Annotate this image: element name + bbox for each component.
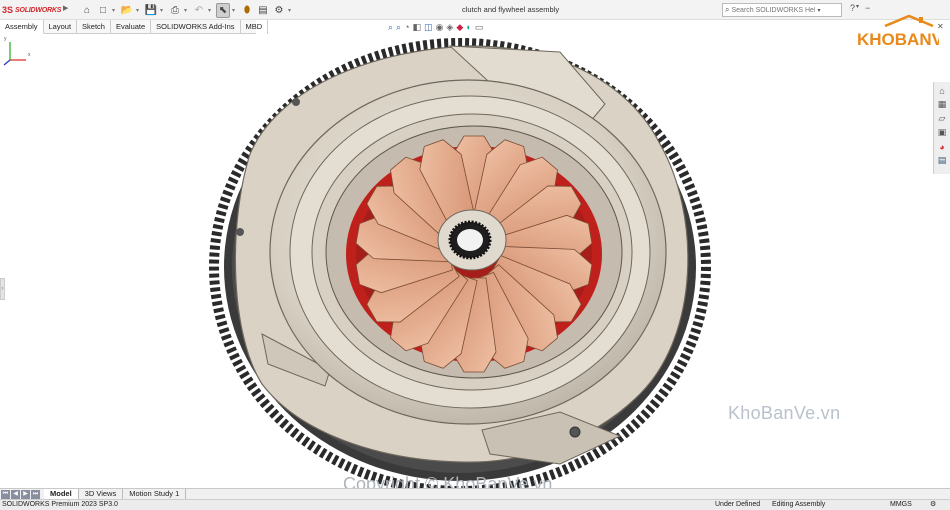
previous-view-icon[interactable]: ◔ (404, 22, 409, 32)
tab-sketch[interactable]: Sketch (77, 20, 111, 34)
undo-icon[interactable]: ↶ (192, 3, 206, 18)
section-view-icon[interactable]: ◧ (413, 22, 422, 33)
appearances-icon[interactable]: ◕ (936, 140, 949, 153)
first-tab-icon[interactable]: ⏮ (1, 489, 10, 499)
rebuild-icon[interactable]: ⬮ (240, 3, 254, 18)
title-icons: ? ▾ − (850, 3, 870, 13)
solidworks-window: 3S SOLIDWORKS ▶ ⌂ □ ▾ 📂 ▾ 💾 ▾ ⎙ ▾ ↶ ▾ ⬉ … (0, 0, 950, 510)
triad-x-label: x (28, 52, 31, 58)
tab-model[interactable]: Model (44, 489, 79, 499)
help-search-box[interactable]: ⌕ ▾ (722, 3, 842, 17)
definition-status: Under Defined (715, 501, 761, 508)
new-document-icon[interactable]: □ (96, 3, 110, 18)
view-settings-icon[interactable]: ▭ (475, 22, 484, 33)
help-dropdown-icon[interactable]: ▾ (856, 3, 859, 13)
save-icon[interactable]: 💾 (144, 3, 158, 18)
hide-show-items-icon[interactable]: ◈ (446, 22, 453, 33)
view-orientation-icon[interactable]: ◫ (424, 22, 433, 33)
reference-triad: x y (3, 36, 31, 66)
feature-manager-toggle-icon[interactable]: › (0, 278, 5, 300)
solidworks-resources-icon[interactable]: ⌂ (936, 84, 949, 97)
search-input[interactable] (731, 6, 816, 14)
zoom-to-area-icon[interactable]: ⌕ (396, 22, 401, 33)
task-pane: ⌂ ▦ ▱ ▣ ◕ ▤ (933, 82, 950, 174)
home-icon[interactable]: ⌂ (80, 3, 94, 18)
open-folder-icon[interactable]: 📂 (120, 3, 134, 18)
triad-y-label: y (4, 36, 7, 42)
search-dropdown-icon[interactable]: ▾ (817, 7, 820, 14)
open-dropdown-icon[interactable]: ▾ (136, 7, 142, 14)
select-pointer-icon[interactable]: ⬉ (216, 2, 230, 18)
options-dropdown-icon[interactable]: ▾ (288, 7, 294, 14)
print-icon[interactable]: ⎙ (168, 3, 182, 18)
ds-logo-mark: 3S (2, 5, 14, 15)
splined-hub (437, 209, 507, 271)
help-question-icon[interactable]: ? (850, 3, 855, 13)
solidworks-wordmark: SOLIDWORKS (15, 6, 62, 14)
last-tab-icon[interactable]: ⏭ (31, 489, 40, 499)
save-dropdown-icon[interactable]: ▾ (160, 7, 166, 14)
new-dropdown-icon[interactable]: ▾ (112, 7, 118, 14)
tab-mbd[interactable]: MBD (241, 20, 269, 34)
status-options-icon[interactable]: ⚙ (930, 500, 936, 510)
custom-properties-icon[interactable]: ▤ (936, 154, 949, 167)
tab-evaluate[interactable]: Evaluate (111, 20, 152, 34)
prev-tab-icon[interactable]: ◀ (11, 489, 20, 499)
zoom-to-fit-icon[interactable]: ⌕ (388, 22, 393, 33)
site-watermark: KhoBanVe.vn (728, 403, 841, 423)
options-gear-icon[interactable]: ⚙ (272, 3, 286, 18)
heads-up-view-toolbar: ⌕ ⌕ ◔ ◧ ◫ ◉ ◈ ◆ ◐ ▭ (388, 20, 483, 34)
minimize-icon[interactable]: − (865, 3, 870, 13)
unit-system-selector[interactable]: MMGS (890, 500, 912, 510)
status-bar: SOLIDWORKS Premium 2023 SP3.0 Under Defi… (0, 499, 950, 510)
next-tab-icon[interactable]: ▶ (21, 489, 30, 499)
view-palette-icon[interactable]: ▣ (936, 126, 949, 139)
design-library-icon[interactable]: ▦ (936, 98, 949, 111)
command-manager-tabs: Assembly Layout Sketch Evaluate SOLIDWOR… (0, 20, 269, 34)
edit-appearance-icon[interactable]: ◆ (456, 22, 463, 33)
file-properties-icon[interactable]: ▤ (256, 3, 270, 18)
print-dropdown-icon[interactable]: ▾ (184, 7, 190, 14)
display-style-icon[interactable]: ◉ (436, 22, 444, 33)
tab-3d-views[interactable]: 3D Views (79, 489, 124, 499)
file-explorer-icon[interactable]: ▱ (936, 112, 949, 125)
khobanve-logo: KHOBANVE (857, 14, 939, 49)
tab-assembly[interactable]: Assembly (0, 20, 44, 34)
editing-status: Editing Assembly (772, 501, 826, 508)
undo-dropdown-icon[interactable]: ▾ (208, 7, 214, 14)
product-version: SOLIDWORKS Premium 2023 SP3.0 (2, 501, 118, 508)
solidworks-logo[interactable]: 3S SOLIDWORKS (2, 3, 61, 17)
tab-layout[interactable]: Layout (44, 20, 78, 34)
khobanve-logo-text: KHOBANVE (857, 30, 939, 49)
search-icon: ⌕ (725, 5, 730, 14)
menu-expand-icon[interactable]: ▶ (63, 4, 68, 12)
document-title: clutch and flywheel assembly (462, 5, 560, 14)
tab-motion-study-1[interactable]: Motion Study 1 (123, 489, 187, 499)
tab-solidworks-add-ins[interactable]: SOLIDWORKS Add-Ins (151, 20, 241, 34)
apply-scene-icon[interactable]: ◐ (466, 22, 471, 32)
select-dropdown-icon[interactable]: ▾ (232, 7, 238, 14)
quick-access-toolbar: ⌂ □ ▾ 📂 ▾ 💾 ▾ ⎙ ▾ ↶ ▾ ⬉ ▾ ⬮ ▤ ⚙ ▾ (80, 2, 294, 18)
title-bar: 3S SOLIDWORKS ▶ ⌂ □ ▾ 📂 ▾ 💾 ▾ ⎙ ▾ ↶ ▾ ⬉ … (0, 0, 950, 20)
model-tabs-bar: ⏮ ◀ ▶ ⏭ Model 3D Views Motion Study 1 (0, 488, 950, 499)
